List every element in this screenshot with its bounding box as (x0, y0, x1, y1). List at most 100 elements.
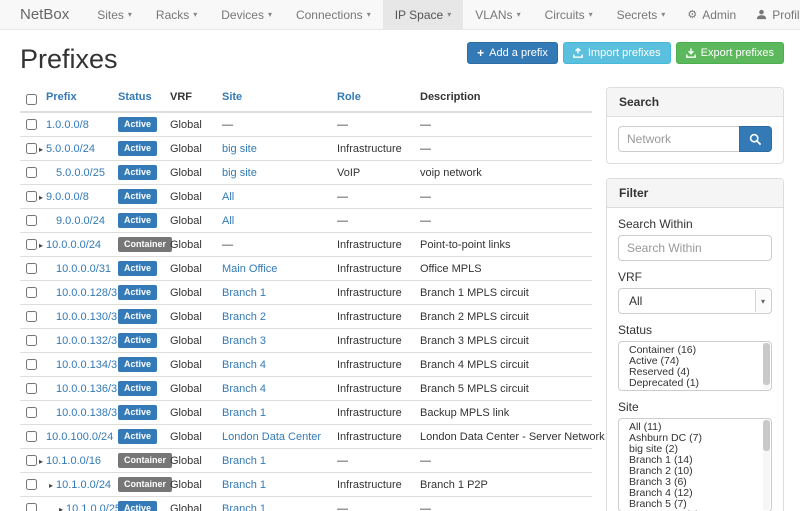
chevron-down-icon: ▾ (193, 10, 197, 19)
search-panel-title: Search (607, 88, 783, 117)
search-button[interactable] (739, 126, 772, 152)
tree-indent (36, 223, 46, 224)
description-cell: — (420, 455, 431, 467)
prefix-link[interactable]: 10.0.0.136/31 (56, 383, 123, 395)
site-link[interactable]: Branch 1 (222, 287, 266, 299)
export-prefixes-button[interactable]: Export prefixes (676, 42, 784, 64)
prefix-link[interactable]: 10.0.0.0/31 (56, 263, 111, 275)
status-badge: Active (118, 501, 157, 511)
nav-item-ip-space[interactable]: IP Space▾ (383, 0, 464, 29)
site-link[interactable]: Branch 2 (222, 311, 266, 323)
site-link[interactable]: Branch 4 (222, 359, 266, 371)
role-cell: Infrastructure (337, 143, 402, 155)
sort-site-link[interactable]: Site (222, 91, 242, 103)
nav-item-connections[interactable]: Connections▾ (284, 0, 383, 29)
prefix-link[interactable]: 10.1.0.0/25 (66, 503, 121, 511)
option-item[interactable]: Deprecated (1) (619, 378, 771, 389)
site-link[interactable]: Branch 1 (222, 455, 266, 467)
prefix-link[interactable]: 1.0.0.0/8 (46, 119, 89, 131)
nav-item-secrets[interactable]: Secrets▾ (605, 0, 678, 29)
vrf-cell: Global (170, 119, 202, 131)
status-listbox[interactable]: Container (16)Active (74)Reserved (4)Dep… (618, 341, 772, 391)
search-within-input[interactable] (618, 235, 772, 261)
site-link[interactable]: Branch 1 (222, 479, 266, 491)
prefix-link[interactable]: 10.0.0.138/31 (56, 407, 123, 419)
prefix-link[interactable]: 10.1.0.0/16 (46, 455, 101, 467)
prefix-link[interactable]: 10.0.100.0/24 (46, 431, 113, 443)
prefix-link[interactable]: 10.0.0.132/31 (56, 335, 123, 347)
expand-arrow-icon: ▸ (56, 505, 66, 511)
sort-status-link[interactable]: Status (118, 91, 152, 103)
description-cell: Branch 2 MPLS circuit (420, 311, 529, 323)
site-cell: — (222, 119, 233, 131)
nav-item-racks[interactable]: Racks▾ (144, 0, 209, 29)
nav-item-profile[interactable]: Profile (746, 0, 800, 29)
prefix-link[interactable]: 9.0.0.0/8 (46, 191, 89, 203)
role-cell: — (337, 119, 348, 131)
description-cell: Branch 4 MPLS circuit (420, 359, 529, 371)
add-prefix-button[interactable]: + Add a prefix (467, 42, 558, 64)
site-link[interactable]: Branch 1 (222, 503, 266, 511)
table-row: 10.0.100.0/24 Active Global London Data … (20, 425, 592, 449)
site-link[interactable]: Main Office (222, 263, 277, 275)
role-cell: Infrastructure (337, 479, 402, 491)
scrollbar[interactable] (763, 343, 770, 389)
import-prefixes-button[interactable]: Import prefixes (563, 42, 671, 64)
prefix-link[interactable]: 10.0.0.0/24 (46, 239, 101, 251)
nav-item-circuits[interactable]: Circuits▾ (533, 0, 605, 29)
status-badge: Active (118, 117, 157, 132)
prefix-link[interactable]: 9.0.0.0/24 (56, 215, 105, 227)
nav-item-sites[interactable]: Sites▾ (85, 0, 144, 29)
sort-prefix-link[interactable]: Prefix (46, 91, 77, 103)
status-badge: Active (118, 165, 157, 180)
vrf-cell: Global (170, 335, 202, 347)
site-link[interactable]: London Data Center (222, 431, 321, 443)
search-input[interactable] (618, 126, 739, 152)
site-link[interactable]: Branch 3 (222, 335, 266, 347)
site-link[interactable]: big site (222, 143, 257, 155)
scrollbar[interactable] (763, 420, 770, 510)
status-badge: Container (118, 477, 172, 492)
site-link[interactable]: All (222, 215, 234, 227)
nav-item-admin[interactable]: ⚙ Admin (677, 0, 746, 29)
site-link[interactable]: Branch 4 (222, 383, 266, 395)
chevron-down-icon: ▾ (517, 10, 521, 19)
description-cell: Office MPLS (420, 263, 482, 275)
plus-icon: + (477, 48, 484, 58)
filter-panel-title: Filter (607, 179, 783, 208)
site-link[interactable]: Branch 1 (222, 407, 266, 419)
site-listbox[interactable]: All (11)Ashburn DC (7)big site (2)Branch… (618, 418, 772, 511)
prefix-table-body: 1.0.0.0/8 Active Global — — — ▸ 5.0.0.0/2… (20, 112, 592, 511)
site-link[interactable]: All (222, 191, 234, 203)
description-cell: Branch 1 MPLS circuit (420, 287, 529, 299)
status-badge: Container (118, 237, 172, 252)
brand-logo[interactable]: NetBox (0, 0, 85, 29)
prefix-link[interactable]: 5.0.0.0/25 (56, 167, 105, 179)
nav-item-devices[interactable]: Devices▾ (209, 0, 284, 29)
prefix-link[interactable]: 10.0.0.134/31 (56, 359, 123, 371)
role-cell: Infrastructure (337, 263, 402, 275)
prefix-link[interactable]: 10.0.0.128/31 (56, 287, 123, 299)
prefix-link[interactable]: 5.0.0.0/24 (46, 143, 95, 155)
nav-item-vlans[interactable]: VLANs▾ (463, 0, 532, 29)
expand-arrow-icon: ▸ (36, 193, 46, 202)
site-link[interactable]: big site (222, 167, 257, 179)
vrf-cell: Global (170, 503, 202, 511)
role-cell: Infrastructure (337, 407, 402, 419)
select-all-checkbox[interactable] (26, 94, 37, 105)
tree-indent (36, 295, 46, 296)
chevron-down-icon: ▾ (268, 10, 272, 19)
sort-role-link[interactable]: Role (337, 91, 361, 103)
nav-item-label: Admin (702, 8, 736, 22)
user-icon (756, 9, 767, 20)
role-cell: Infrastructure (337, 287, 402, 299)
vrf-cell: Global (170, 455, 202, 467)
status-badge: Active (118, 381, 157, 396)
expand-arrow-icon: ▸ (36, 457, 46, 466)
page-title: Prefixes (20, 44, 118, 75)
vrf-cell: Global (170, 359, 202, 371)
vrf-select[interactable]: All ▾ (618, 288, 772, 314)
prefix-link[interactable]: 10.0.0.130/31 (56, 311, 123, 323)
prefix-link[interactable]: 10.1.0.0/24 (56, 479, 111, 491)
table-row: 10.0.0.0/31 Active Global Main Office In… (20, 257, 592, 281)
